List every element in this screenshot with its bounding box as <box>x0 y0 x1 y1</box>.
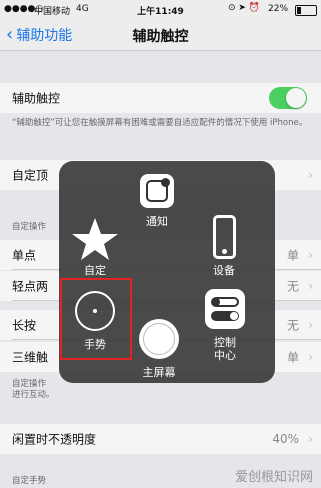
notification-icon[interactable] <box>140 174 174 208</box>
home-label: 主屏幕 <box>142 366 176 379</box>
notification-label: 通知 <box>146 215 168 228</box>
device-label: 设备 <box>213 264 235 277</box>
control-center-label: 控制 中心 <box>214 336 236 362</box>
star-icon[interactable] <box>71 216 119 262</box>
custom-label: 自定 <box>84 264 106 277</box>
control-center-icon[interactable] <box>205 289 245 329</box>
home-button-icon[interactable] <box>139 319 179 359</box>
watermark: 爱创根知识网 <box>234 470 313 485</box>
phone-icon[interactable] <box>213 215 236 259</box>
highlight-box <box>60 278 132 360</box>
